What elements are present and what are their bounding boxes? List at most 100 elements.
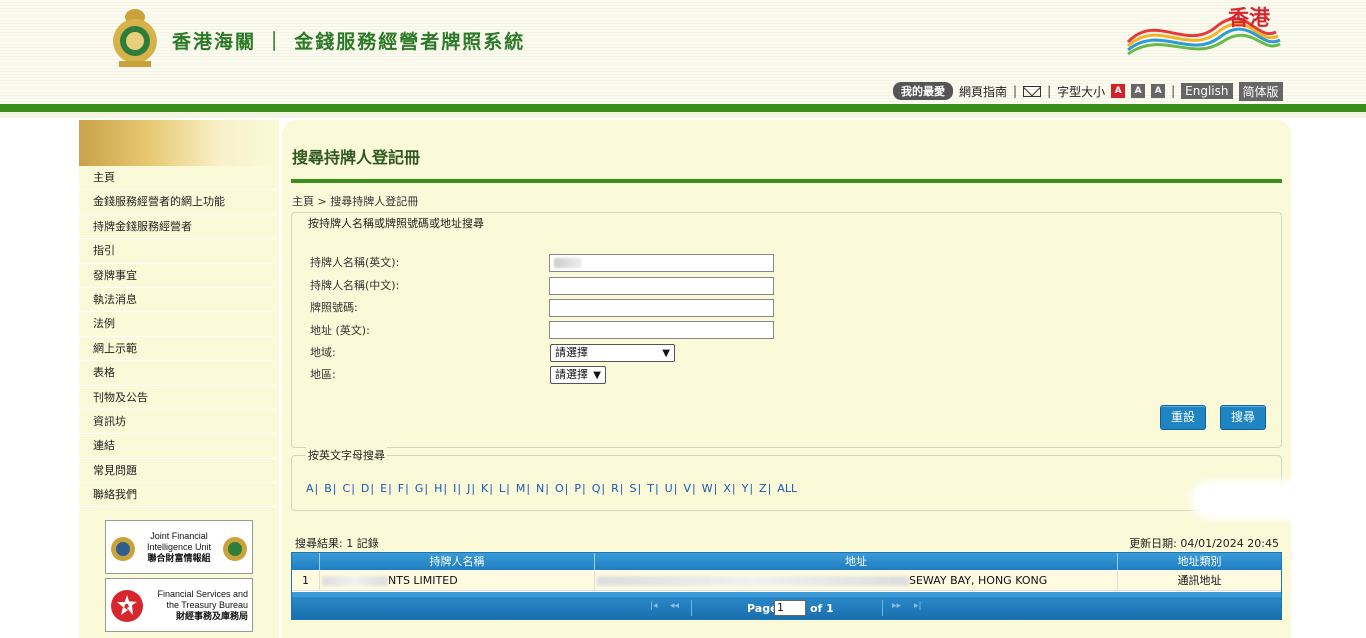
chevron-down-icon: ▼ [662,348,670,359]
sidebar-item-enforcement[interactable]: 執法消息 [79,287,275,313]
sidebar-item-forms[interactable]: 表格 [79,361,275,386]
licence-no-input[interactable] [549,299,774,317]
sidebar-item-licensed-operators[interactable]: 持牌金錢服務經營者 [79,214,275,240]
update-date: 更新日期: 04/01/2024 20:45 [1129,537,1279,550]
sidebar-item-contact[interactable]: 聯絡我們 [79,483,275,508]
letter-link-w[interactable]: W [702,482,713,495]
letter-link-u[interactable]: U [665,482,673,495]
breadcrumb[interactable]: 主頁 > 搜尋持牌人登記冊 [292,193,418,209]
letter-link-e[interactable]: E [380,482,387,495]
sidebar-item-legislation[interactable]: 法例 [79,312,275,337]
table-row[interactable]: 1 NTS LIMITED SEWAY BAY, HONG KONG 通訊地址 [292,571,1281,591]
column-header-name[interactable]: 持牌人名稱 [320,553,595,570]
letter-link-y[interactable]: Y [742,482,749,495]
letter-link-l[interactable]: L [499,482,505,495]
font-large-button[interactable]: A [1151,84,1166,98]
region-label: 地域: [310,346,336,359]
column-header-address-type[interactable]: 地址類別 [1118,553,1281,570]
sitemap-link[interactable]: 網頁指南 [959,83,1007,100]
brand-logo-text: 香港 [1228,6,1270,30]
english-language-button[interactable]: English [1181,83,1233,99]
sidebar-item-publications[interactable]: 刊物及公告 [79,385,275,410]
last-page-icon[interactable]: ▸| [914,601,922,611]
letter-link-f[interactable]: F [398,482,404,495]
letter-link-n[interactable]: N [536,482,544,495]
chevron-down-icon: ▼ [593,370,601,381]
letter-link-d[interactable]: D [361,482,369,495]
letter-link-q[interactable]: Q [592,482,601,495]
name-zh-input[interactable] [549,277,774,295]
letter-link-j[interactable]: J [467,482,470,495]
next-page-icon[interactable]: ▸▸ [892,601,901,611]
sidebar-item-home[interactable]: 主頁 [79,166,275,191]
letter-link-c[interactable]: C [343,482,351,495]
letter-link-o[interactable]: O [555,482,564,495]
letter-link-z[interactable]: Z [759,482,767,495]
name-en-input[interactable] [549,254,774,272]
letter-link-t[interactable]: T [647,482,654,495]
district-label: 地區: [310,368,336,381]
letter-link-h[interactable]: H [434,482,442,495]
table-header: 持牌人名稱 地址 地址類別 [292,553,1281,570]
favorites-button[interactable]: 我的最愛 [893,82,953,100]
page-total-label: of 1 [810,602,834,615]
sidebar-banner [79,120,279,166]
name-zh-label: 持牌人名稱(中文): [310,279,400,292]
letter-link-a[interactable]: A [306,482,314,495]
result-count: 搜尋結果: 1 記錄 [295,537,379,550]
letter-link-g[interactable]: G [415,482,424,495]
licence-no-label: 牌照號碼: [310,301,358,314]
sidebar-item-faq[interactable]: 常見問題 [79,458,275,484]
district-select[interactable]: 請選擇 ▼ [550,366,606,384]
sidebar-item-guidelines[interactable]: 指引 [79,239,275,264]
address-en-input[interactable] [549,321,774,339]
fstb-logo-link[interactable]: Financial Services and the Treasury Bure… [105,578,253,632]
utility-bar: 我的最愛 網頁指南 | | 字型大小 A A A | English 简体版 [893,81,1283,101]
customs-emblem-icon [113,9,157,67]
sidebar-item-info-corner[interactable]: 資訊坊 [79,409,275,435]
bauhinia-icon [111,590,143,622]
sidebar-item-online-services[interactable]: 金錢服務經營者的網上功能 [79,190,275,215]
first-page-icon[interactable]: |◂ [650,601,658,611]
customs-badge-icon [223,537,247,561]
jfiu-badge-icon [111,537,135,561]
simplified-chinese-button[interactable]: 简体版 [1238,81,1283,101]
sidebar-item-online-demo[interactable]: 網上示範 [79,336,275,362]
letter-link-x[interactable]: X [723,482,731,495]
page-title: 搜尋持牌人登記冊 [292,148,421,167]
letter-link-p[interactable]: P [574,482,581,495]
letter-link-s[interactable]: S [630,482,637,495]
page-label: Page [747,602,778,615]
address-cell: SEWAY BAY, HONG KONG [595,571,1118,591]
address-en-label: 地址 (英文): [310,324,370,337]
letter-link-r[interactable]: R [611,482,619,495]
address-type-cell: 通訊地址 [1177,574,1222,587]
sidebar-menu: 主頁 金錢服務經營者的網上功能 持牌金錢服務經營者 指引 發牌事宜 執法消息 法… [79,166,275,508]
font-medium-button[interactable]: A [1131,84,1146,98]
column-header-address[interactable]: 地址 [595,553,1118,570]
title-divider [291,179,1282,183]
letter-link-m[interactable]: M [516,482,526,495]
letter-link-all[interactable]: ALL [777,482,797,495]
font-small-button[interactable]: A [1111,84,1126,98]
reset-button[interactable]: 重設 [1160,405,1206,430]
search-button[interactable]: 搜尋 [1220,405,1266,430]
search-legend: 按持牌人名稱或牌照號碼或地址搜尋 [306,215,486,231]
letter-link-v[interactable]: V [683,482,691,495]
sidebar-item-links[interactable]: 連結 [79,434,275,459]
mail-icon[interactable] [1023,85,1042,97]
prev-page-icon[interactable]: ◂◂ [670,601,679,611]
jfiu-logo-link[interactable]: Joint Financial Intelligence Unit 聯合財富情報… [105,520,253,574]
table-pager: |◂ ◂◂ Page 1 of 1 ▸▸ ▸| [292,597,1281,619]
site-title: 香港海關 ｜ 金錢服務經營者牌照系統 [172,31,526,53]
letter-link-i[interactable]: I [453,482,456,495]
main-content: 搜尋持牌人登記冊 主頁 > 搜尋持牌人登記冊 按持牌人名稱或牌照號碼或地址搜尋 … [282,120,1291,638]
results-table: 持牌人名稱 地址 地址類別 1 NTS LIMITED SEWAY BAY, H… [291,552,1282,620]
letter-link-k[interactable]: K [481,482,488,495]
sidebar-item-licensing[interactable]: 發牌事宜 [79,263,275,288]
letter-link-b[interactable]: B [324,482,332,495]
region-select[interactable]: 請選擇 ▼ [550,344,675,362]
alphabet-links: A | B | C | D | E | F | G | H | I | J | K | L | M | N | O | P | Q | R | S | T |… [306,482,798,495]
header-divider [0,104,1366,112]
page-number-input[interactable]: 1 [774,600,806,616]
